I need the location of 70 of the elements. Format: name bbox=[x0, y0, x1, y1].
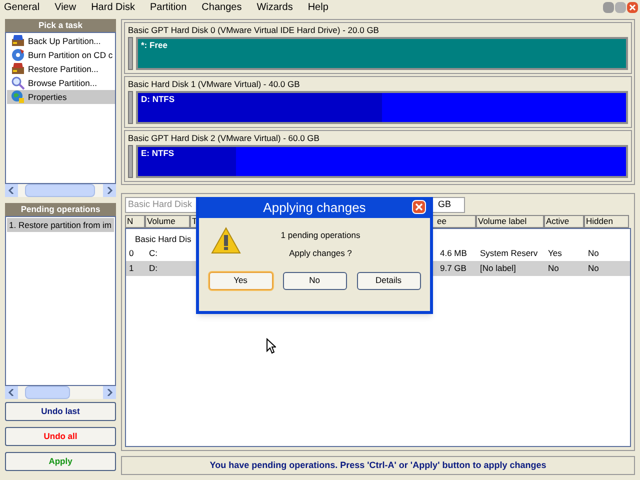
action-button[interactable]: Apply bbox=[5, 452, 116, 471]
partition-bar[interactable]: D: NTFS bbox=[136, 91, 628, 124]
partition-bar[interactable]: E: NTFS bbox=[136, 145, 628, 178]
column-header[interactable]: Volume label bbox=[476, 215, 544, 228]
dialog-button[interactable]: No bbox=[282, 272, 346, 290]
disk-title: Basic GPT Hard Disk 2 (VMware Virtual) - 60.0 GB bbox=[128, 132, 320, 145]
column-header[interactable]: Volume bbox=[145, 215, 190, 228]
menu-item[interactable]: Changes bbox=[202, 0, 242, 15]
table-cell: 9.7 GB bbox=[440, 263, 466, 274]
table-cell: D: bbox=[149, 263, 158, 274]
scrollbar[interactable] bbox=[5, 386, 116, 399]
menu-item[interactable]: General bbox=[4, 0, 40, 15]
dialog-message: Apply changes ? bbox=[289, 246, 352, 260]
status-text: You have pending operations. Press 'Ctrl-A' or 'Apply' button to apply changes bbox=[210, 458, 546, 472]
task-item[interactable]: Burn Partition on CD c bbox=[7, 48, 115, 62]
menu-item[interactable]: View bbox=[54, 0, 76, 15]
partition-label: E: NTFS bbox=[140, 148, 174, 158]
task-item[interactable]: Restore Partition... bbox=[7, 62, 115, 76]
partition-label: *: Free bbox=[140, 40, 168, 50]
group-label: Basic Hard Dis bbox=[135, 234, 192, 244]
action-button[interactable]: Undo all bbox=[5, 427, 116, 446]
close-icon[interactable] bbox=[415, 203, 423, 211]
dialog-button[interactable]: Details bbox=[356, 272, 420, 290]
column-header[interactable]: N bbox=[125, 215, 145, 228]
table-cell: 1 bbox=[129, 263, 134, 274]
column-header[interactable]: Hidden bbox=[584, 215, 629, 228]
table-cell: Yes bbox=[548, 248, 562, 258]
magnifier-icon bbox=[11, 76, 25, 90]
warning-icon bbox=[211, 226, 241, 254]
menu-item[interactable]: Wizards bbox=[256, 0, 293, 15]
menu-item[interactable]: Help bbox=[308, 0, 328, 15]
table-cell: 0 bbox=[129, 248, 134, 258]
disk-handle[interactable] bbox=[128, 91, 133, 124]
task-item[interactable]: Browse Partition... bbox=[7, 76, 115, 90]
minimize-button[interactable] bbox=[603, 2, 614, 13]
table-cell: No bbox=[588, 263, 599, 274]
table-cell: [No label] bbox=[480, 263, 516, 274]
table-cell: No bbox=[588, 248, 599, 258]
column-header[interactable]: Active bbox=[544, 215, 584, 228]
drive-icon bbox=[11, 34, 25, 48]
menu-item[interactable]: Hard Disk bbox=[91, 0, 135, 15]
table-cell: 4.6 MB bbox=[440, 248, 467, 258]
dialog-title: Applying changes bbox=[263, 198, 366, 217]
dialog-button[interactable]: Yes bbox=[208, 272, 272, 290]
partition-bar[interactable]: *: Free bbox=[136, 37, 628, 70]
scrollbar-thumb[interactable] bbox=[25, 386, 70, 399]
task-item[interactable]: Properties bbox=[7, 90, 115, 104]
mouse-cursor-icon bbox=[266, 338, 276, 354]
scrollbar-thumb[interactable] bbox=[25, 184, 95, 197]
pending-item[interactable]: 1. Restore partition from im bbox=[7, 218, 114, 232]
disk-title: Basic Hard Disk 1 (VMware Virtual) - 40.0 GB bbox=[128, 78, 301, 91]
table-cell: C: bbox=[149, 248, 158, 258]
close-button[interactable] bbox=[412, 200, 426, 214]
drive-icon bbox=[11, 62, 25, 76]
action-button[interactable]: Undo last bbox=[5, 402, 116, 421]
globe-icon bbox=[11, 90, 25, 104]
maximize-button[interactable] bbox=[615, 2, 626, 13]
disk-title: Basic GPT Hard Disk 0 (VMware Virtual IDE Hard Drive) - 20.0 GB bbox=[128, 24, 380, 37]
disk-handle[interactable] bbox=[128, 37, 133, 70]
table-cell: System Reserv bbox=[480, 248, 538, 258]
partition-label: D: NTFS bbox=[140, 94, 175, 104]
disk-handle[interactable] bbox=[128, 145, 133, 178]
panel-header: Pending operations bbox=[5, 203, 116, 216]
disc-icon bbox=[11, 48, 25, 62]
menu-item[interactable]: Partition bbox=[150, 0, 187, 15]
task-item[interactable]: Back Up Partition... bbox=[7, 34, 115, 48]
dialog-message: 1 pending operations bbox=[280, 229, 360, 242]
scrollbar[interactable] bbox=[5, 184, 116, 197]
panel-header: Pick a task bbox=[5, 19, 116, 32]
table-cell: No bbox=[548, 263, 559, 274]
